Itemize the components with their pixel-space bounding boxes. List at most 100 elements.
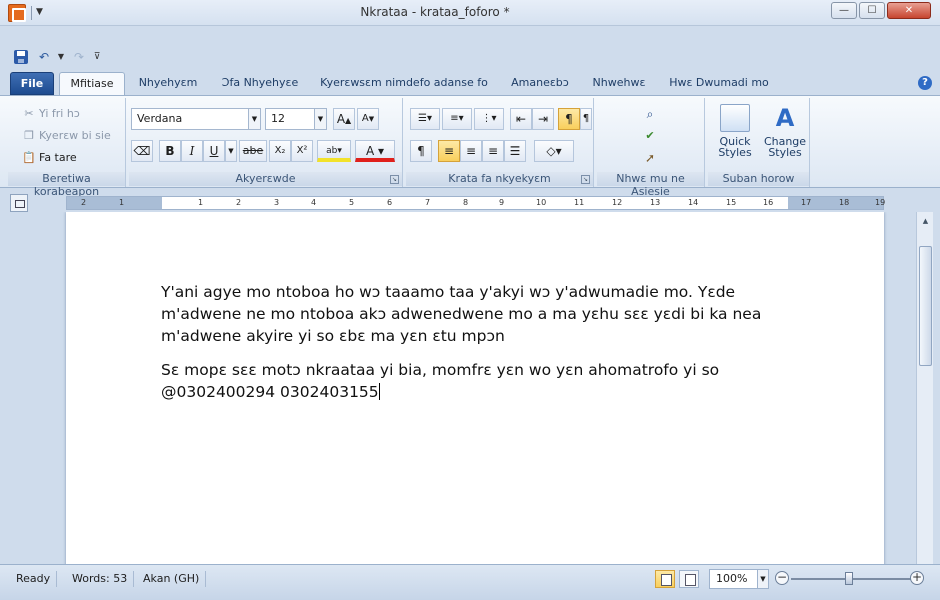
quick-styles-icon xyxy=(720,104,750,132)
minimize-button[interactable]: — xyxy=(831,2,857,19)
document-paragraph-2[interactable]: Sɛ mopɛ sɛɛ motɔ nkraataa yi bia, momfrɛ… xyxy=(161,359,791,403)
superscript-button[interactable]: X² xyxy=(291,140,313,162)
vertical-scrollbar[interactable]: ▲ xyxy=(916,212,933,564)
font-dialog-launcher-icon[interactable]: ↘ xyxy=(390,175,399,184)
underline-dropdown-icon[interactable]: ▼ xyxy=(225,140,237,162)
print-layout-view-icon[interactable] xyxy=(655,570,675,588)
paste-button[interactable]: 📋 Fa tare xyxy=(22,148,77,168)
language-indicator[interactable]: Akan (GH) xyxy=(137,571,207,587)
document-page[interactable]: Y'ani agye mo ntoboa ho wɔ taaamo taa y'… xyxy=(66,212,884,564)
shrink-font-icon[interactable]: A▼ xyxy=(357,108,379,130)
horizontal-ruler[interactable]: 2 1 1 2 3 4 5 6 7 8 9 10 11 12 13 14 15 … xyxy=(66,196,886,210)
select-icon[interactable]: ➚ xyxy=(639,148,661,170)
undo-dropdown-icon[interactable]: ▼ xyxy=(52,48,70,66)
styles-group-label: Suban horow xyxy=(708,172,809,186)
paste-label: Fa tare xyxy=(39,151,77,164)
tab-review[interactable]: Nhwehwɛ xyxy=(586,72,652,95)
document-area[interactable]: Y'ani agye mo ntoboa ho wɔ taaamo taa y'… xyxy=(0,212,916,564)
chevron-down-icon[interactable]: ▼ xyxy=(248,109,260,129)
bullets-icon[interactable]: ☰▾ xyxy=(410,108,440,130)
show-marks-icon[interactable]: ¶ xyxy=(410,140,432,162)
increase-indent-icon[interactable]: ⇥ xyxy=(532,108,554,130)
editing-group: ⌕ ✔ ➚ Nhwɛ mu ne Asiesie xyxy=(597,98,705,198)
maximize-button[interactable]: ☐ xyxy=(859,2,885,19)
numbering-icon[interactable]: ≡▾ xyxy=(442,108,472,130)
change-styles-button[interactable]: A Change Styles xyxy=(762,104,808,168)
ruler-number: 10 xyxy=(536,198,547,207)
ruler-number: 14 xyxy=(688,198,699,207)
align-left-icon[interactable]: ≡ xyxy=(438,140,460,162)
tab-home[interactable]: Mfitiase xyxy=(59,72,125,95)
underline-button[interactable]: U xyxy=(203,140,225,162)
clipboard-group: ✂ Yi fri hɔ ❐ Kyerɛw bi sie 📋 Fa tare Beret… xyxy=(8,98,126,198)
clear-formatting-icon[interactable]: ⌫ xyxy=(131,140,153,162)
italic-button[interactable]: I xyxy=(181,140,203,162)
rtl-direction-icon[interactable]: ¶ xyxy=(580,108,592,130)
help-icon[interactable]: ? xyxy=(918,76,932,90)
font-family-value: Verdana xyxy=(137,112,183,125)
title-bar: ▼ Nkrataa - krataa_foforo * — ☐ ✕ xyxy=(0,0,940,26)
ruler-number: 19 xyxy=(875,198,886,207)
decrease-indent-icon[interactable]: ⇤ xyxy=(510,108,532,130)
tab-references[interactable]: Kyerɛwsɛm nimdefo adanse fo xyxy=(316,72,492,95)
paragraph-dialog-launcher-icon[interactable]: ↘ xyxy=(581,175,590,184)
quick-styles-label: Quick Styles xyxy=(718,135,752,159)
quick-styles-button[interactable]: Quick Styles xyxy=(712,104,758,168)
align-right-icon[interactable]: ≡ xyxy=(482,140,504,162)
font-size-value: 12 xyxy=(271,112,285,125)
ruler-number: 2 xyxy=(236,198,242,207)
zoom-out-icon[interactable]: − xyxy=(775,571,789,585)
tab-file[interactable]: File xyxy=(10,72,54,95)
customize-qat-icon[interactable]: ⊽ xyxy=(88,48,106,66)
editing-group-label: Nhwɛ mu ne Asiesie xyxy=(597,172,704,198)
ruler-number: 5 xyxy=(349,198,355,207)
tab-page-layout[interactable]: Ɔfa Nhyehyɛe xyxy=(214,72,306,95)
close-button[interactable]: ✕ xyxy=(887,2,931,19)
font-family-combo[interactable]: Verdana ▼ xyxy=(131,108,261,130)
chevron-down-icon[interactable]: ▼ xyxy=(314,109,326,129)
scrollbar-thumb[interactable] xyxy=(919,246,932,366)
zoom-slider-thumb[interactable] xyxy=(845,572,853,585)
ruler-toggle-icon[interactable] xyxy=(10,194,28,212)
word-count[interactable]: Words: 53 xyxy=(66,571,135,587)
align-center-icon[interactable]: ≡ xyxy=(460,140,482,162)
tab-mailings[interactable]: Amaneɛbɔ xyxy=(503,72,577,95)
multilevel-list-icon[interactable]: ⋮▾ xyxy=(474,108,504,130)
save-icon[interactable] xyxy=(12,48,30,66)
copy-button[interactable]: ❐ Kyerɛw bi sie xyxy=(22,126,111,146)
spelling-icon[interactable]: ✔ xyxy=(639,126,661,148)
cut-button[interactable]: ✂ Yi fri hɔ xyxy=(22,104,79,124)
chevron-down-icon[interactable]: ▼ xyxy=(757,570,768,588)
ruler-number: 8 xyxy=(463,198,469,207)
paragraph-group: ☰▾ ≡▾ ⋮▾ ⇤ ⇥ ¶ ¶ ¶ ≡ ≡ ≡ ☰ ◇▾ Krata fa n… xyxy=(406,98,594,187)
zoom-combo[interactable]: 100% ▼ xyxy=(709,569,769,589)
ruler-number: 4 xyxy=(311,198,317,207)
redo-icon[interactable]: ↷ xyxy=(70,48,88,66)
grow-font-icon[interactable]: A▲ xyxy=(333,108,355,130)
highlight-icon[interactable]: ab▾ xyxy=(317,140,351,162)
subscript-button[interactable]: X₂ xyxy=(269,140,291,162)
shading-icon[interactable]: ◇▾ xyxy=(534,140,574,162)
strikethrough-button[interactable]: abe xyxy=(239,140,267,162)
font-color-icon[interactable]: A ▾ xyxy=(355,140,395,162)
justify-icon[interactable]: ☰ xyxy=(504,140,526,162)
change-styles-label: Change Styles xyxy=(763,135,807,159)
find-icon[interactable]: ⌕ xyxy=(639,104,661,126)
undo-icon[interactable]: ↶ xyxy=(35,48,53,66)
tab-view[interactable]: Hwɛ Dwumadi mo xyxy=(664,72,774,95)
ruler-number: 12 xyxy=(612,198,623,207)
document-paragraph-1[interactable]: Y'ani agye mo ntoboa ho wɔ taaamo taa y'… xyxy=(161,281,791,347)
text-cursor xyxy=(378,383,380,400)
ltr-direction-icon[interactable]: ¶ xyxy=(558,108,580,130)
zoom-value: 100% xyxy=(716,572,748,585)
scroll-up-icon[interactable]: ▲ xyxy=(918,214,933,228)
bold-button[interactable]: B xyxy=(159,140,181,162)
ruler-number: 2 xyxy=(81,198,87,207)
status-ready: Ready xyxy=(10,571,58,587)
font-size-combo[interactable]: 12 ▼ xyxy=(265,108,327,130)
tab-insert[interactable]: Nhyehyɛm xyxy=(132,72,204,95)
ruler-number: 17 xyxy=(801,198,812,207)
ruler-number: 7 xyxy=(425,198,431,207)
zoom-in-icon[interactable]: + xyxy=(910,571,924,585)
full-screen-view-icon[interactable] xyxy=(679,570,699,588)
